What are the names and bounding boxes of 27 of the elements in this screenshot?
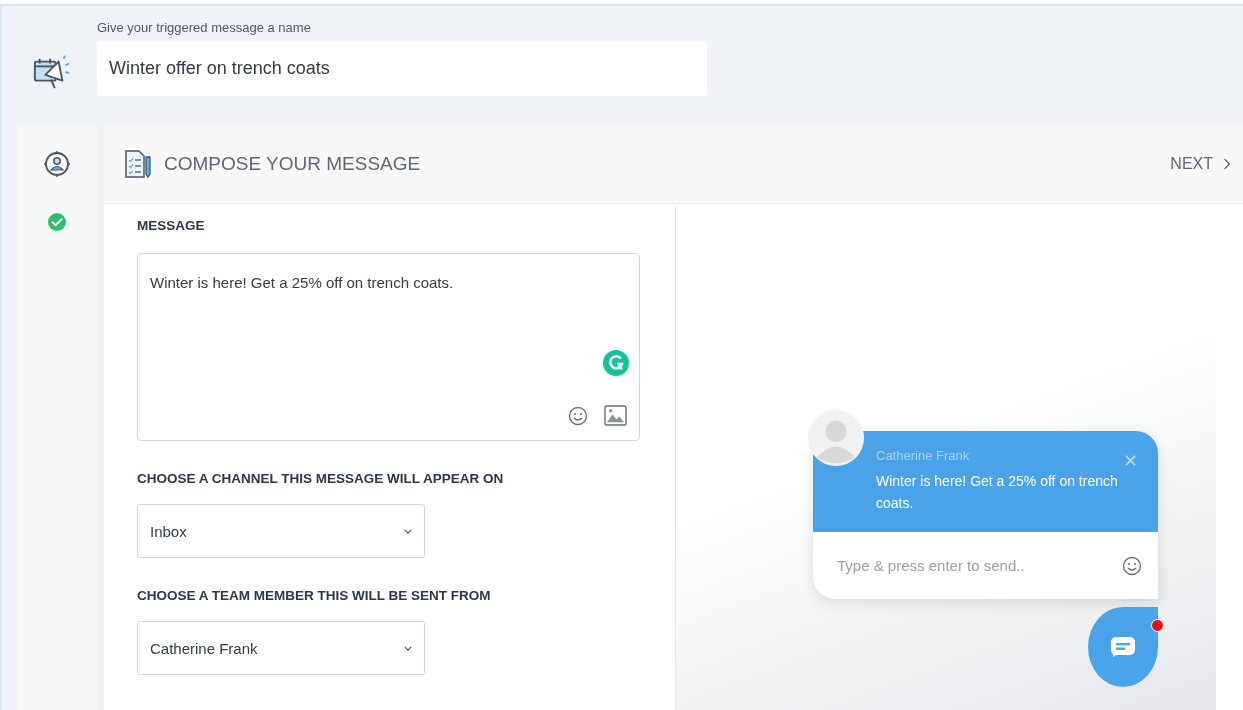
channel-label: CHOOSE A CHANNEL THIS MESSAGE WILL APPEAR ON xyxy=(137,471,505,486)
sender-label: CHOOSE A TEAM MEMBER THIS WILL BE SENT FROM xyxy=(137,588,492,603)
chat-message: Winter is here! Get a 25% off on trench coats. xyxy=(876,472,1119,513)
chat-input-field[interactable]: Type & press enter to send.. xyxy=(835,556,1122,575)
check-circle-icon[interactable] xyxy=(47,212,67,232)
user-target-icon[interactable] xyxy=(43,150,71,178)
name-input-field[interactable]: Winter offer on trench coats xyxy=(97,41,707,96)
checklist-pencil-icon xyxy=(124,148,152,179)
avatar-icon xyxy=(807,409,865,467)
next-button[interactable]: NEXT xyxy=(1166,150,1235,177)
chat-sender-name: Catherine Frank xyxy=(876,448,971,463)
message-text-area[interactable]: Winter is here! Get a 25% off on trench coats. xyxy=(137,253,640,441)
channel-dropdown[interactable]: Inbox xyxy=(137,504,425,558)
message-label: MESSAGE xyxy=(137,218,206,233)
message-text: Winter is here! Get a 25% off on trench coats. xyxy=(150,274,454,291)
name-field-label: Give your triggered message a name xyxy=(97,20,312,35)
panel-title: COMPOSE YOUR MESSAGE xyxy=(164,152,422,175)
chevron-down-icon xyxy=(404,645,412,651)
close-icon[interactable] xyxy=(1125,455,1136,466)
emoji-icon[interactable] xyxy=(1122,555,1142,576)
chat-bubble-icon xyxy=(1110,636,1136,658)
emoji-icon[interactable] xyxy=(568,405,588,426)
grammar-check-icon[interactable] xyxy=(603,350,629,376)
image-icon[interactable] xyxy=(604,405,627,426)
chevron-down-icon xyxy=(404,528,412,534)
sender-dropdown[interactable]: Catherine Frank xyxy=(137,621,425,675)
chevron-right-icon xyxy=(1223,156,1231,171)
